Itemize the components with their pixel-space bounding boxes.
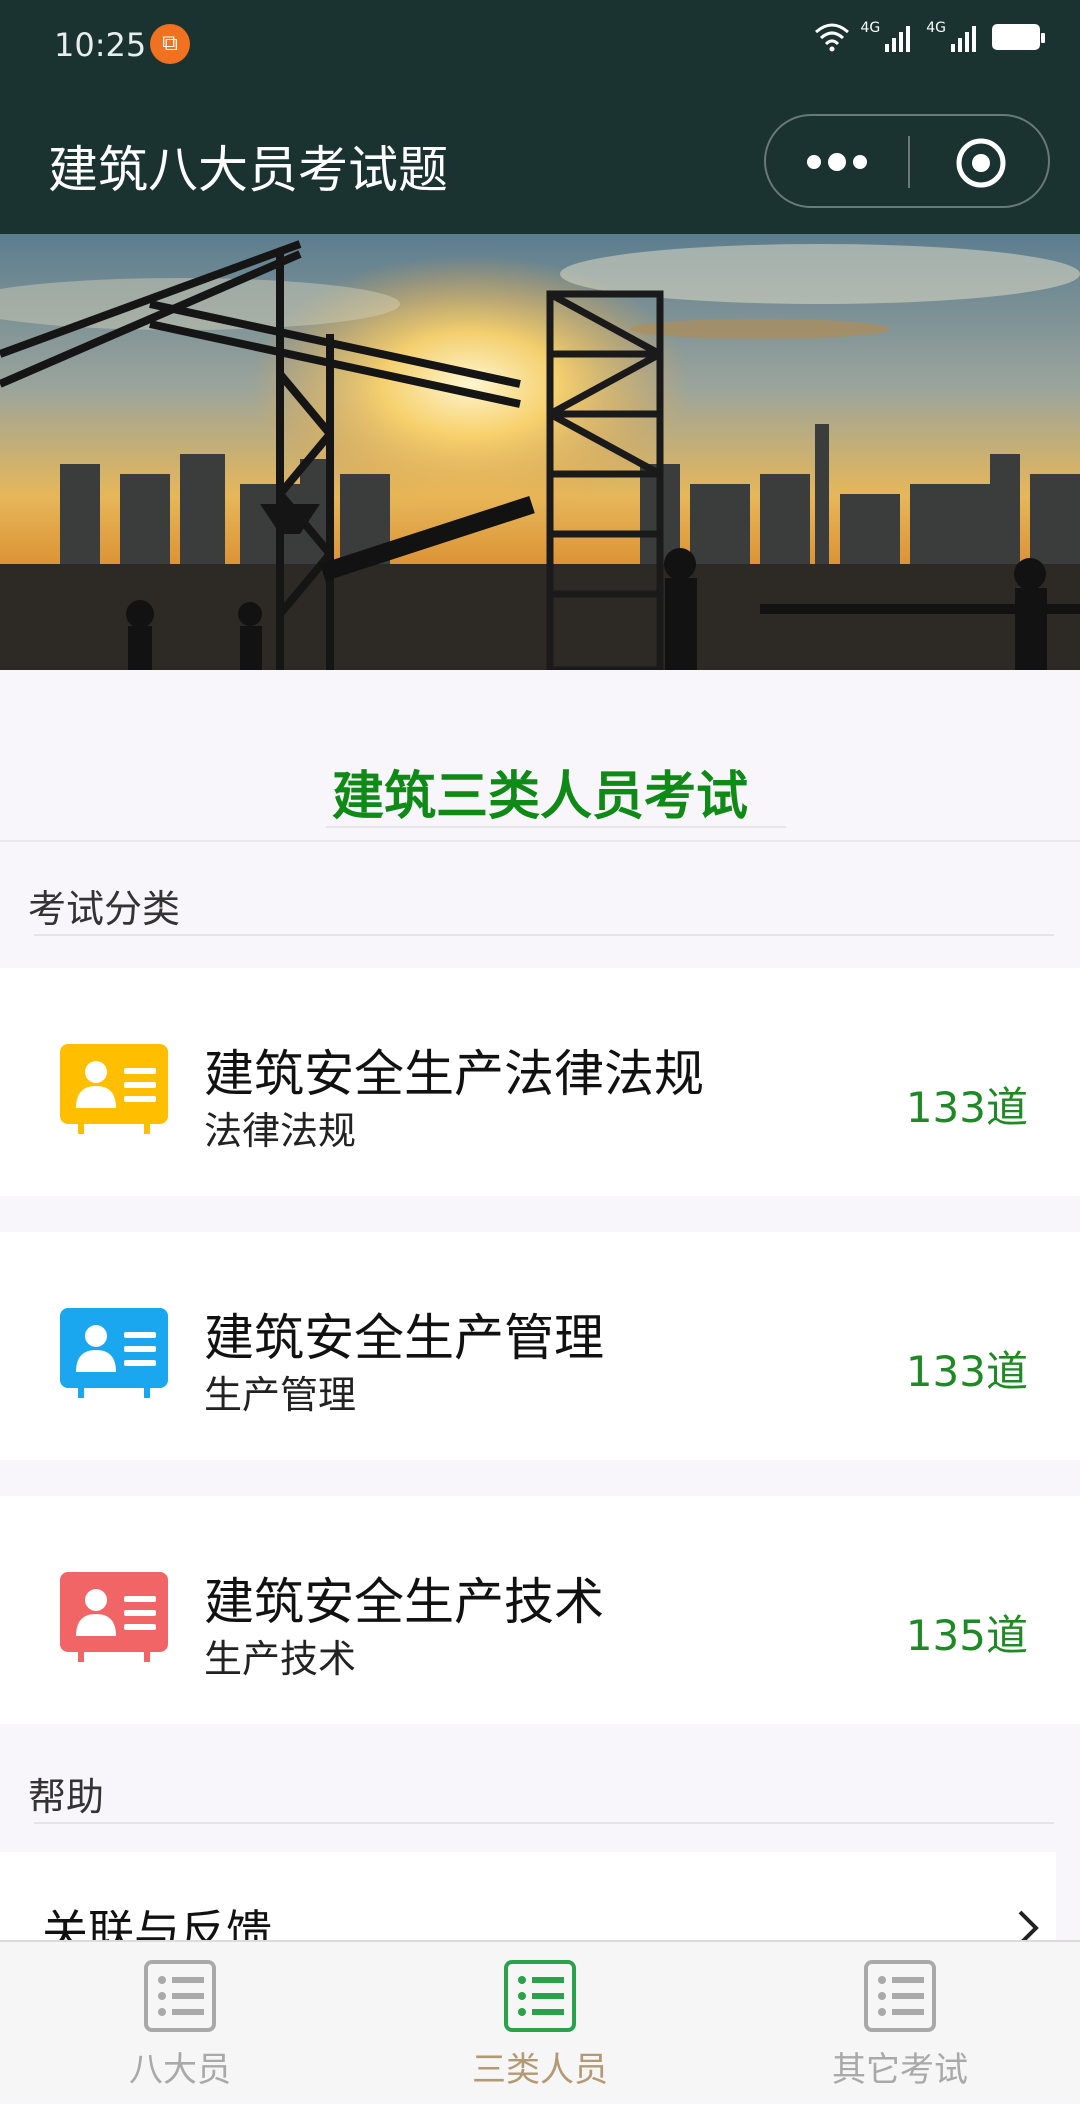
tab-eight-roles[interactable]: 八大员 — [0, 1942, 360, 2104]
checklist-icon — [504, 1960, 576, 2032]
exam-item-management[interactable]: 建筑安全生产管理 生产管理 133道 — [0, 1232, 1080, 1460]
network-label-2: 4G — [926, 20, 946, 36]
battery-icon — [992, 24, 1045, 50]
tab-three-types[interactable]: 三类人员 — [360, 1942, 720, 2104]
tab-label: 其它考试 — [832, 2050, 968, 2090]
status-indicators: 4G 4G — [814, 20, 1045, 52]
signal-icon — [885, 26, 911, 52]
status-time: 10:25 — [54, 26, 147, 64]
item-title: 建筑安全生产技术 — [204, 1573, 604, 1631]
help-label: 帮助 — [28, 1775, 105, 1819]
divider — [34, 934, 1054, 936]
item-count: 135道 — [905, 1611, 1028, 1660]
close-icon[interactable] — [954, 136, 1008, 190]
section-heading: 建筑三类人员考试 — [331, 767, 748, 827]
wifi-icon — [815, 23, 850, 52]
feedback-row[interactable]: 关联与反馈 — [0, 1852, 1056, 1959]
item-subtitle: 法律法规 — [204, 1109, 357, 1153]
tab-label: 三类人员 — [472, 2050, 608, 2090]
checklist-icon — [144, 1960, 216, 2032]
exam-item-laws[interactable]: 建筑安全生产法律法规 法律法规 133道 — [0, 968, 1080, 1196]
nav-bar: 建筑八大员考试题 — [0, 92, 1080, 234]
item-subtitle: 生产技术 — [204, 1637, 357, 1681]
mini-program-capsule — [764, 114, 1050, 208]
more-icon[interactable] — [802, 144, 872, 180]
network-label-1: 4G — [860, 20, 881, 36]
divider — [0, 840, 1080, 842]
divider — [34, 1822, 1054, 1824]
item-title: 建筑安全生产管理 — [204, 1309, 604, 1367]
signal-icon-2 — [951, 26, 976, 52]
category-label: 考试分类 — [28, 887, 181, 931]
item-subtitle: 生产管理 — [204, 1373, 357, 1417]
checklist-icon — [864, 1960, 936, 2032]
notification-icon: ⧉ — [150, 24, 190, 64]
heading-underline — [326, 826, 786, 828]
id-card-icon — [60, 1044, 168, 1134]
item-title: 建筑安全生产法律法规 — [204, 1045, 704, 1103]
exam-item-technology[interactable]: 建筑安全生产技术 生产技术 135道 — [0, 1496, 1080, 1724]
page-title: 建筑八大员考试题 — [48, 141, 448, 199]
item-count: 133道 — [905, 1083, 1028, 1132]
capsule-divider — [908, 136, 910, 188]
tab-other-exams[interactable]: 其它考试 — [720, 1942, 1080, 2104]
item-count: 133道 — [905, 1347, 1028, 1396]
id-card-icon — [60, 1308, 168, 1398]
status-bar: 10:25 ⧉ 4G 4G — [0, 0, 1080, 92]
id-card-icon — [60, 1572, 168, 1662]
tab-label: 八大员 — [129, 2050, 231, 2090]
tab-bar: 八大员 三类人员 其它考试 — [0, 1940, 1080, 2102]
banner-image — [0, 234, 1080, 670]
